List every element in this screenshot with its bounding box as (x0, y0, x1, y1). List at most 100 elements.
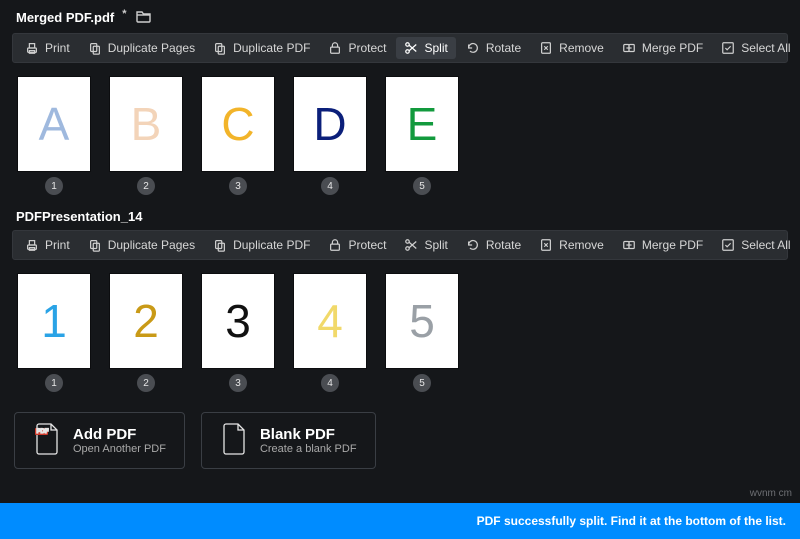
page-thumbnail: 3 (202, 274, 274, 368)
lock-icon (328, 238, 342, 252)
status-bar: PDF successfully split. Find it at the b… (0, 503, 800, 539)
page-number-badge: 3 (229, 374, 247, 392)
page-item[interactable]: B2 (110, 77, 182, 195)
open-folder-icon[interactable] (135, 8, 151, 27)
printer-icon (25, 238, 39, 252)
page-thumbnail: 2 (110, 274, 182, 368)
toolbar-label: Rotate (486, 41, 521, 55)
document-title: PDFPresentation_14 (16, 209, 142, 224)
page-number-badge: 1 (45, 374, 63, 392)
toolbar-select-all-button[interactable]: Select All (713, 234, 798, 256)
page-thumbnail: D (294, 77, 366, 171)
page-thumbnail: B (110, 77, 182, 171)
document-section: Merged PDF.pdf * Print Duplicate Pages Dupli… (0, 0, 800, 201)
toolbar-remove-button[interactable]: Remove (531, 234, 612, 256)
toolbar-label: Duplicate Pages (108, 238, 195, 252)
page-item[interactable]: 11 (18, 274, 90, 392)
page-thumbnail: C (202, 77, 274, 171)
copy-icon (213, 238, 227, 252)
printer-icon (25, 41, 39, 55)
toolbar-merge-button[interactable]: Merge PDF (614, 37, 711, 59)
toolbar-label: Select All (741, 238, 790, 252)
toolbar-label: Rotate (486, 238, 521, 252)
toolbar-protect-button[interactable]: Protect (320, 234, 394, 256)
blank-pdf-subtitle: Create a blank PDF (260, 443, 357, 455)
page-item[interactable]: A1 (18, 77, 90, 195)
lock-icon (328, 41, 342, 55)
status-message: PDF successfully split. Find it at the b… (477, 514, 786, 528)
toolbar-label: Protect (348, 41, 386, 55)
page-number-badge: 2 (137, 374, 155, 392)
toolbar-label: Duplicate PDF (233, 238, 310, 252)
page-item[interactable]: 44 (294, 274, 366, 392)
svg-text:PDF: PDF (37, 429, 49, 435)
watermark: wvnm cm (750, 488, 792, 499)
page-number-badge: 5 (413, 374, 431, 392)
toolbar-label: Merge PDF (642, 238, 703, 252)
page-thumbnails: A1B2C3D4E5 (12, 63, 788, 201)
rotate-icon (466, 238, 480, 252)
document-toolbar: Print Duplicate Pages Duplicate PDF Protect… (12, 230, 788, 260)
page-thumbnails: 1122334455 (12, 260, 788, 398)
document-title: Merged PDF.pdf (16, 10, 114, 25)
toolbar-label: Remove (559, 238, 604, 252)
copy-icon (88, 41, 102, 55)
toolbar-label: Merge PDF (642, 41, 703, 55)
toolbar-label: Print (45, 41, 70, 55)
blank-pdf-title: Blank PDF (260, 426, 357, 443)
toolbar-label: Remove (559, 41, 604, 55)
page-number-badge: 3 (229, 177, 247, 195)
toolbar-label: Print (45, 238, 70, 252)
add-pdf-card[interactable]: PDF Add PDF Open Another PDF (14, 412, 185, 469)
toolbar-merge-button[interactable]: Merge PDF (614, 234, 711, 256)
toolbar-split-button[interactable]: Split (396, 234, 455, 256)
copy-icon (213, 41, 227, 55)
page-item[interactable]: 33 (202, 274, 274, 392)
page-number-badge: 2 (137, 177, 155, 195)
add-pdf-subtitle: Open Another PDF (73, 443, 166, 455)
copy-icon (88, 238, 102, 252)
toolbar-print-button[interactable]: Print (17, 37, 78, 59)
toolbar-remove-button[interactable]: Remove (531, 37, 612, 59)
add-pdf-title: Add PDF (73, 426, 166, 443)
toolbar-dup-pdf-button[interactable]: Duplicate PDF (205, 37, 318, 59)
toolbar-label: Select All (741, 41, 790, 55)
page-thumbnail: 1 (18, 274, 90, 368)
page-item[interactable]: 55 (386, 274, 458, 392)
page-item[interactable]: C3 (202, 77, 274, 195)
toolbar-rotate-button[interactable]: Rotate (458, 37, 529, 59)
scissors-icon (404, 41, 418, 55)
toolbar-dup-pdf-button[interactable]: Duplicate PDF (205, 234, 318, 256)
page-thumbnail: A (18, 77, 90, 171)
page-number-badge: 4 (321, 374, 339, 392)
toolbar-rotate-button[interactable]: Rotate (458, 234, 529, 256)
unsaved-indicator: * (122, 8, 126, 20)
blank-file-icon (220, 423, 248, 458)
toolbar-label: Protect (348, 238, 386, 252)
page-item[interactable]: 22 (110, 274, 182, 392)
page-item[interactable]: D4 (294, 77, 366, 195)
x-file-icon (539, 238, 553, 252)
page-number-badge: 5 (413, 177, 431, 195)
toolbar-dup-pages-button[interactable]: Duplicate Pages (80, 37, 203, 59)
page-thumbnail: 5 (386, 274, 458, 368)
page-number-badge: 4 (321, 177, 339, 195)
toolbar-print-button[interactable]: Print (17, 234, 78, 256)
toolbar-label: Split (424, 238, 447, 252)
merge-icon (622, 41, 636, 55)
page-number-badge: 1 (45, 177, 63, 195)
toolbar-select-all-button[interactable]: Select All (713, 37, 798, 59)
toolbar-label: Split (424, 41, 447, 55)
rotate-icon (466, 41, 480, 55)
document-section: PDFPresentation_14 Print Duplicate Pages Du… (0, 201, 800, 398)
page-item[interactable]: E5 (386, 77, 458, 195)
toolbar-split-button[interactable]: Split (396, 37, 455, 59)
scissors-icon (404, 238, 418, 252)
toolbar-dup-pages-button[interactable]: Duplicate Pages (80, 234, 203, 256)
toolbar-protect-button[interactable]: Protect (320, 37, 394, 59)
toolbar-label: Duplicate Pages (108, 41, 195, 55)
toolbar-label: Duplicate PDF (233, 41, 310, 55)
x-file-icon (539, 41, 553, 55)
blank-pdf-card[interactable]: Blank PDF Create a blank PDF (201, 412, 376, 469)
merge-icon (622, 238, 636, 252)
